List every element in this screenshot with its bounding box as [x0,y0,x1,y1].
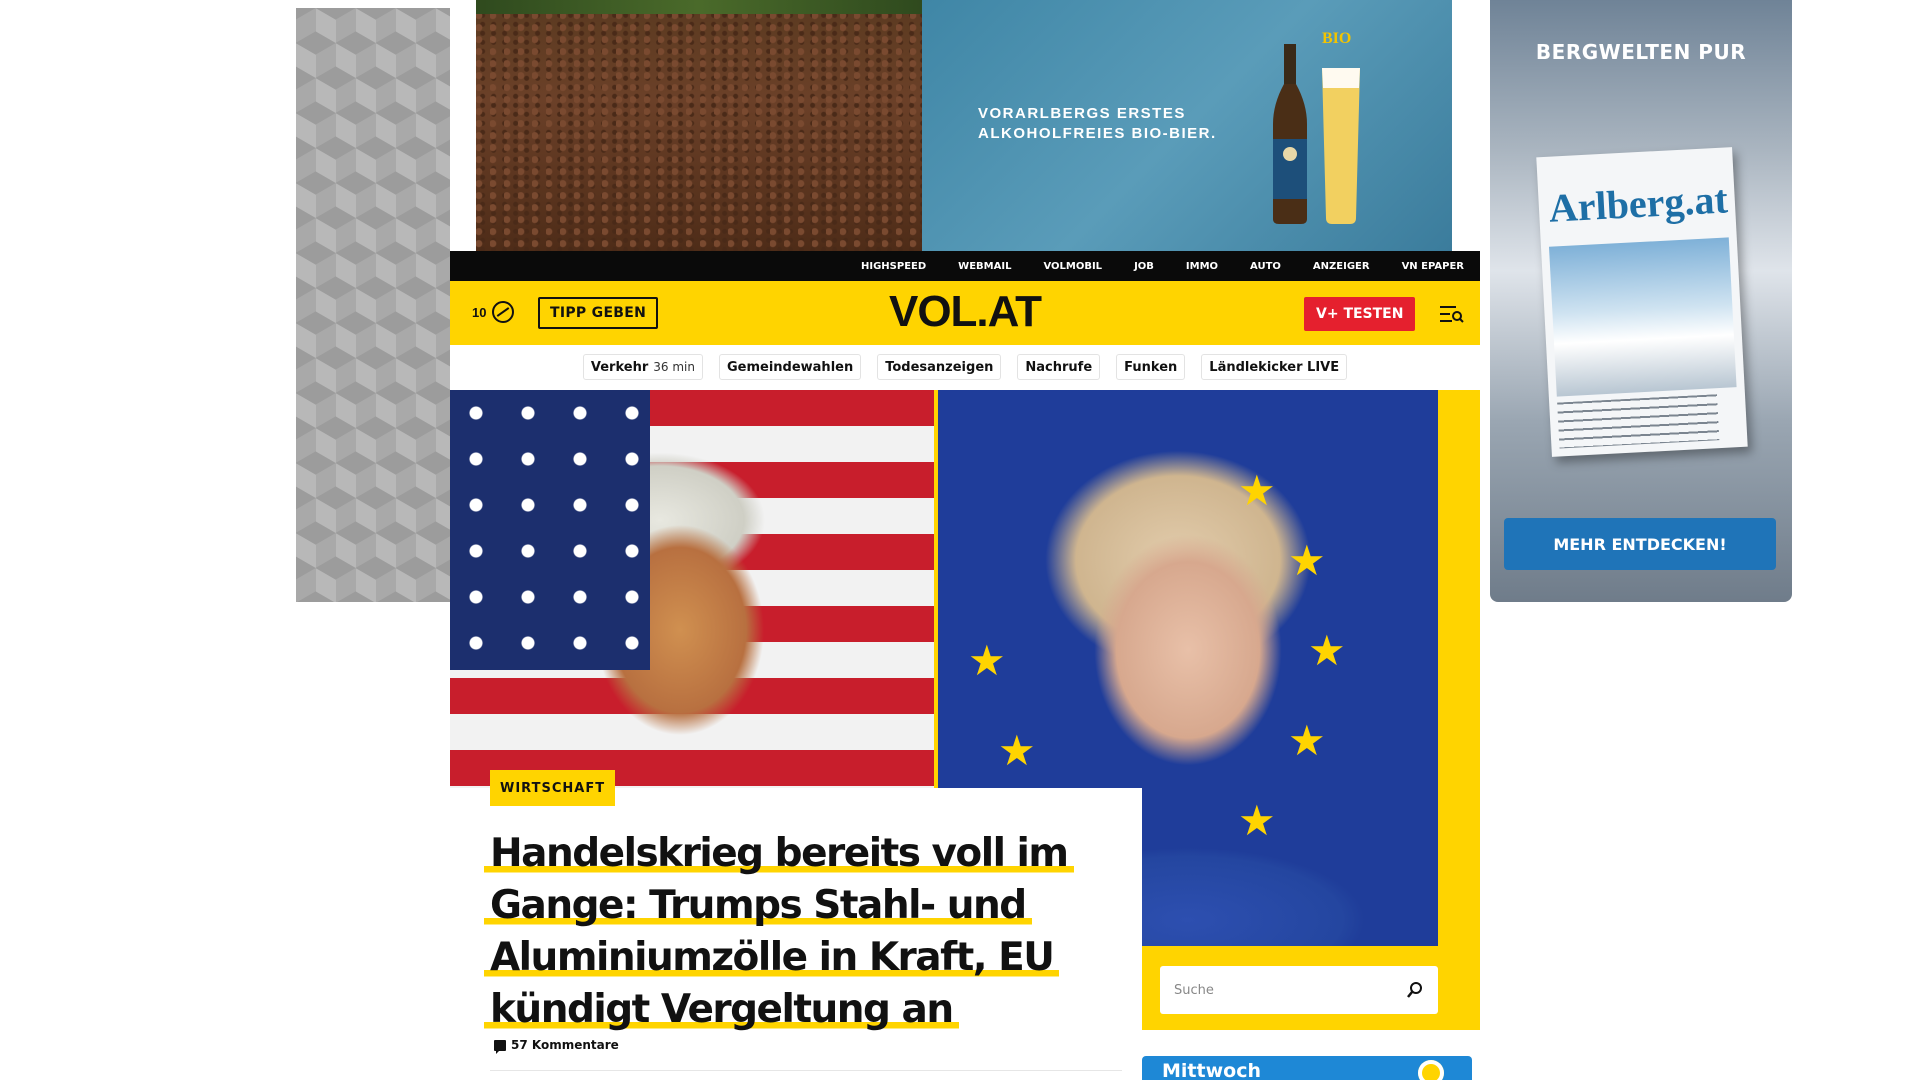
search-input[interactable] [1174,982,1374,998]
ad-soil-image [476,0,922,251]
headline-line: Handelskrieg bereits voll im [484,831,1074,876]
left-skyscraper-ad[interactable] [296,8,450,602]
ad-headline-line2: ALKOHOLFREIES BIO-BIER. [978,125,1217,142]
ad-headline: VORARLBERGS ERSTES ALKOHOLFREIES BIO-BIE… [978,104,1217,144]
main-header: 10 TIPP GEBEN VOL.AT V+ TESTEN [450,281,1480,345]
ad-right-title: BERGWELTEN PUR [1535,40,1747,64]
search-icon[interactable] [1406,981,1424,999]
headline-line: Aluminiumzölle in Kraft, EU [484,935,1060,980]
site-header: HIGHSPEED WEBMAIL VOLMOBIL JOB IMMO AUTO… [450,251,1480,389]
topbar-link-volmobil[interactable]: VOLMOBIL [1043,261,1102,272]
chip-todesanzeigen[interactable]: Todesanzeigen [877,354,1002,380]
divider [490,1070,1122,1071]
chip-nachrufe[interactable]: Nachrufe [1017,354,1101,380]
headline-line: Gange: Trumps Stahl- und [484,883,1032,928]
topbar-link-highspeed[interactable]: HIGHSPEED [861,261,926,272]
beer-glass-icon [1322,68,1360,224]
sun-icon [1418,1060,1444,1080]
right-sidebar-ad[interactable]: BERGWELTEN PUR Arlberg.at MEHR ENTDECKEN… [1490,0,1792,602]
topic-nav: Verkehr 36 min Gemeindewahlen Todesanzei… [450,345,1480,389]
magazine-photo [1548,237,1737,397]
comments-count: 57 Kommentare [511,1038,619,1052]
topbar-link-job[interactable]: JOB [1134,261,1154,272]
bio-label: BIO [1322,30,1352,47]
chip-verkehr-label: Verkehr [590,359,649,375]
header-weather[interactable]: 10 [472,301,515,323]
topbar-link-webmail[interactable]: WEBMAIL [958,261,1011,272]
menu-search-icon[interactable] [1440,305,1464,323]
mehr-entdecken-button[interactable]: MEHR ENTDECKEN! [1504,518,1776,570]
ad-beer-panel: VORARLBERGS ERSTES ALKOHOLFREIES BIO-BIE… [922,0,1452,251]
eu-star-icon: ★ [968,637,1006,684]
category-tag[interactable]: WIRTSCHAFT [490,770,616,806]
weather-day: Mittwoch [1162,1060,1261,1080]
lead-article[interactable]: WIRTSCHAFT Handelskrieg bereits voll im … [450,770,1142,1080]
ad-headline-line1: VORARLBERGS ERSTES [978,105,1186,122]
vplus-testen-button[interactable]: V+ TESTEN [1304,297,1416,331]
magazine-title: Arlberg.at [1547,176,1729,231]
eu-star-icon: ★ [1238,797,1276,844]
header-temperature: 10 [472,304,487,320]
eu-star-icon: ★ [1308,627,1346,674]
chip-verkehr[interactable]: Verkehr 36 min [582,354,703,380]
top-service-bar: HIGHSPEED WEBMAIL VOLMOBIL JOB IMMO AUTO… [450,251,1480,281]
eu-star-icon: ★ [1238,467,1276,514]
topbar-link-vn-epaper[interactable]: VN EPAPER [1402,261,1464,272]
article-headline[interactable]: Handelskrieg bereits voll im Gange: Trum… [484,828,1090,1036]
weather-widget[interactable]: Mittwoch [1142,1056,1472,1080]
hero-image-left[interactable] [450,390,934,788]
headline-line: kündigt Vergeltung an [484,987,959,1032]
chip-laendlekicker-live[interactable]: Ländlekicker LIVE [1201,354,1348,380]
topbar-link-anzeiger[interactable]: ANZEIGER [1313,261,1370,272]
tipp-geben-button[interactable]: TIPP GEBEN [538,297,659,329]
chip-gemeindewahlen[interactable]: Gemeindewahlen [718,354,862,380]
topbar-link-auto[interactable]: AUTO [1250,261,1281,272]
comments-link[interactable]: 57 Kommentare [494,1038,619,1054]
eu-star-icon: ★ [1288,537,1326,584]
top-banner-ad[interactable]: VORARLBERGS ERSTES ALKOHOLFREIES BIO-BIE… [476,0,1452,251]
weather-icon [492,301,515,323]
topbar-link-immo[interactable]: IMMO [1186,261,1218,272]
chip-funken[interactable]: Funken [1116,354,1186,380]
magazine-cover-image: Arlberg.at [1536,147,1748,457]
beer-bottle-icon [1273,44,1307,224]
eu-star-icon: ★ [1288,717,1326,764]
search-box [1160,966,1438,1014]
magazine-text-lines [1557,394,1720,449]
comment-icon [494,1039,506,1054]
chip-verkehr-value: 36 min [653,360,695,374]
eu-star-icon: ★ [998,727,1036,774]
